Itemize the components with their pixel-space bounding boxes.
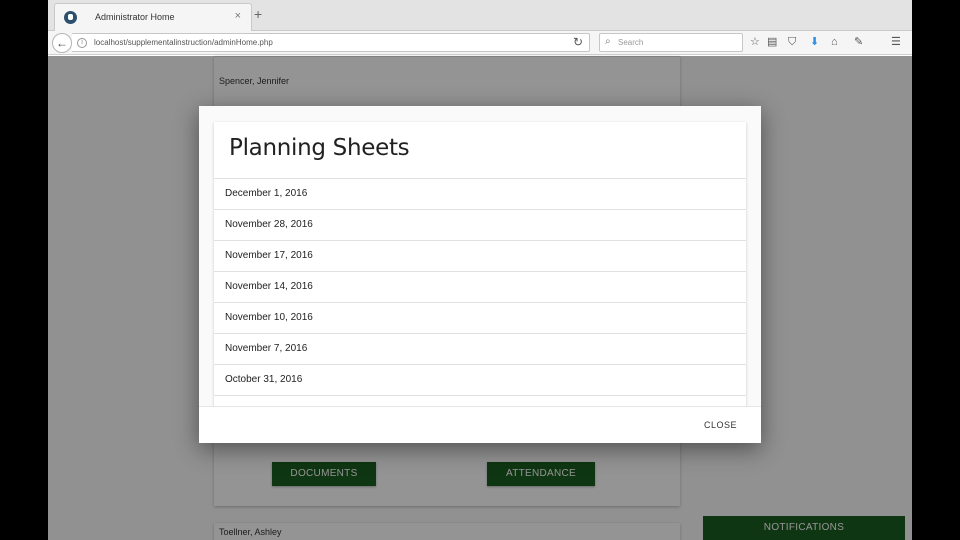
bookmark-star-icon[interactable]: ☆: [750, 35, 760, 49]
nav-bar: ← i localhost/supplementalinstruction/ad…: [48, 31, 912, 55]
planning-sheet-item[interactable]: November 14, 2016: [214, 272, 746, 303]
planning-sheets-modal: Planning Sheets December 1, 2016 Novembe…: [199, 106, 761, 443]
download-icon[interactable]: ⬇: [810, 35, 819, 49]
search-input[interactable]: ⌕ Search: [599, 33, 743, 52]
info-icon[interactable]: i: [77, 38, 87, 48]
search-placeholder: Search: [618, 38, 644, 47]
planning-sheet-item[interactable]: December 1, 2016: [214, 179, 746, 210]
planning-sheet-item[interactable]: November 28, 2016: [214, 210, 746, 241]
planning-sheet-item[interactable]: November 17, 2016: [214, 241, 746, 272]
close-button[interactable]: CLOSE: [704, 420, 737, 430]
new-tab-icon[interactable]: +: [254, 6, 262, 22]
pocket-icon[interactable]: ⛉: [788, 35, 796, 49]
planning-sheet-item[interactable]: November 7, 2016: [214, 334, 746, 365]
tab-bar: Administrator Home × +: [48, 0, 912, 31]
planning-sheet-item[interactable]: October 31, 2016: [214, 365, 746, 396]
planning-sheet-list: December 1, 2016 November 28, 2016 Novem…: [214, 178, 746, 396]
planning-sheet-item[interactable]: November 10, 2016: [214, 303, 746, 334]
browser-window: Administrator Home × + ← i localhost/sup…: [48, 0, 912, 540]
tab-close-icon[interactable]: ×: [235, 10, 241, 22]
home-icon[interactable]: ⌂: [831, 35, 838, 49]
tab-administrator-home[interactable]: Administrator Home ×: [54, 3, 252, 31]
url-bar[interactable]: i localhost/supplementalinstruction/admi…: [72, 33, 590, 52]
extension-icon[interactable]: ✎: [854, 35, 863, 49]
back-button[interactable]: ←: [52, 33, 72, 53]
modal-footer: CLOSE: [199, 406, 761, 443]
reload-icon[interactable]: ↻: [573, 35, 583, 49]
modal-content: Planning Sheets December 1, 2016 Novembe…: [214, 122, 746, 406]
modal-title: Planning Sheets: [229, 135, 410, 161]
tab-title: Administrator Home: [95, 12, 175, 22]
reading-list-icon[interactable]: ▤: [767, 35, 777, 49]
site-favicon-icon: [64, 11, 77, 24]
search-icon: ⌕: [605, 36, 611, 47]
url-text[interactable]: localhost/supplementalinstruction/adminH…: [94, 38, 273, 47]
menu-icon[interactable]: ☰: [891, 35, 901, 49]
